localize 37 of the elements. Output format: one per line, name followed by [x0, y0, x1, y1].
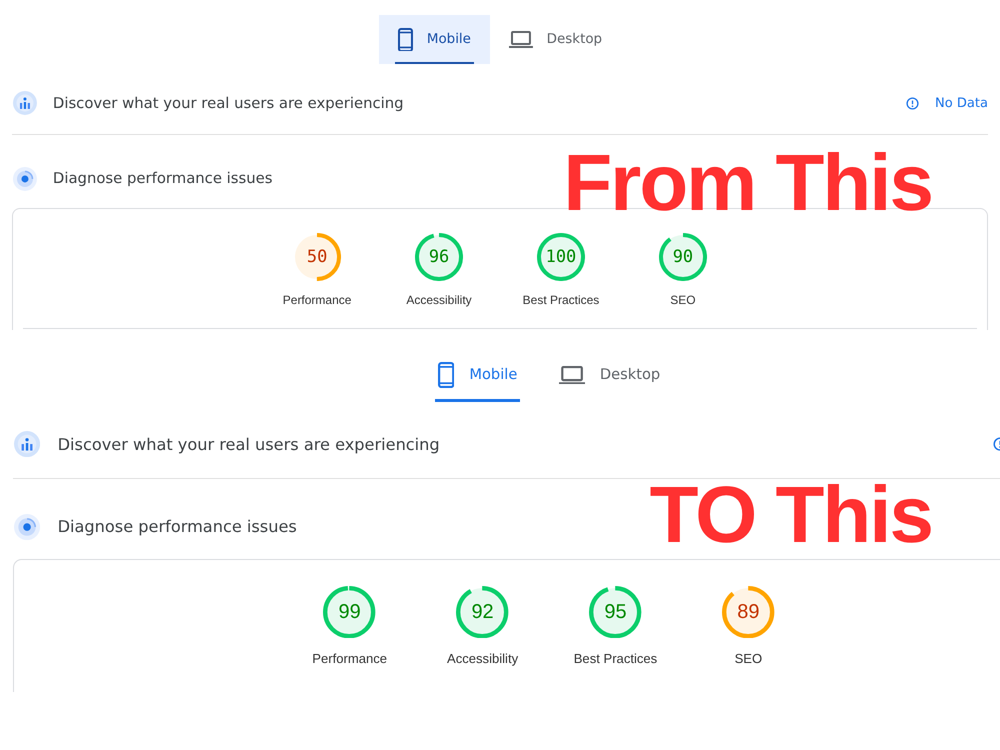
score-value: 99 [338, 602, 361, 622]
section-title: Diagnose performance issues [52, 170, 272, 188]
bar-chart-icon [14, 431, 40, 458]
score-label: Accessibility [446, 651, 518, 666]
section-title: Discover what your real users are experiencing [58, 434, 440, 454]
view-tab[interactable]: Mobile [417, 348, 538, 402]
score-label: SEO [670, 292, 696, 307]
phone-icon [438, 362, 454, 388]
section-title: Diagnose performance issues [58, 517, 297, 536]
score-value: 96 [428, 248, 450, 266]
score-value: 90 [672, 248, 694, 266]
laptop-icon [558, 366, 585, 384]
target-icon [14, 514, 40, 540]
view-tab[interactable]: Desktop [538, 348, 681, 402]
score-label: SEO [734, 651, 762, 666]
status-text: No Data [935, 96, 988, 111]
bar-chart-icon [13, 91, 37, 116]
score-value: 92 [471, 602, 494, 622]
score-label: Accessibility [406, 292, 472, 307]
score-label: Best Practices [522, 292, 600, 307]
phone-icon [398, 28, 413, 52]
target-icon [13, 167, 37, 191]
annotation-text: From This [563, 143, 932, 223]
alert-icon [992, 437, 1000, 452]
annotation-text: TO This [650, 474, 932, 555]
score-label: Best Practices [574, 651, 658, 666]
score-value: 95 [604, 602, 627, 622]
score-value: 50 [306, 248, 328, 266]
view-tab[interactable]: Mobile [379, 14, 490, 64]
score-label: Performance [282, 292, 352, 307]
view-tab[interactable]: Desktop [490, 14, 621, 64]
alert-icon [906, 96, 920, 110]
score-value: 89 [737, 602, 760, 622]
score-value: 100 [546, 248, 576, 266]
score-label: Performance [312, 651, 388, 666]
section-title: Discover what your real users are experiencing [52, 94, 404, 112]
laptop-icon [508, 31, 533, 48]
